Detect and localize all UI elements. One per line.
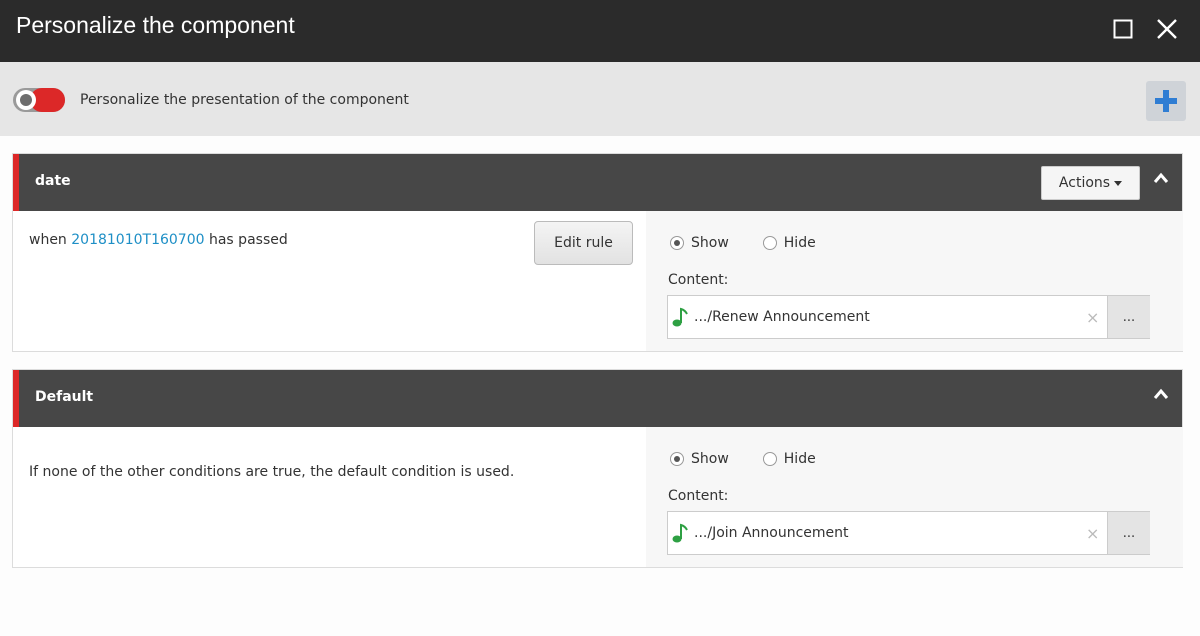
collapse-button[interactable] [1149, 382, 1173, 406]
condition-prefix: when [29, 232, 67, 248]
visibility-radio-group: Show Hide [670, 451, 850, 467]
actions-label: Actions [1058, 175, 1111, 191]
rule-action-panel: Show Hide Content: .../Renew Announcemen… [646, 211, 1183, 351]
actions-button[interactable]: Actions [1041, 166, 1140, 200]
show-radio[interactable]: Show [670, 451, 729, 467]
dialog-title: Personalize the component [16, 12, 295, 38]
hide-label: Hide [783, 235, 816, 251]
maximize-button[interactable] [1107, 13, 1139, 45]
plus-icon [1155, 90, 1177, 112]
subheader-text: Personalize the presentation of the comp… [80, 92, 409, 108]
add-rule-button[interactable] [1146, 81, 1186, 121]
chevron-up-icon [1153, 172, 1169, 183]
close-icon [1157, 19, 1177, 39]
content-field[interactable]: .../Join Announcement × ... [667, 511, 1150, 555]
show-label: Show [691, 235, 729, 251]
content-value: .../Renew Announcement [694, 309, 870, 325]
rule-name: date [35, 173, 71, 189]
chevron-up-icon [1153, 388, 1169, 399]
content-value: .../Join Announcement [694, 525, 849, 541]
show-label: Show [691, 451, 729, 467]
rule-default: Default If none of the other conditions … [12, 369, 1183, 568]
rule-date: date Actions when 20181010T160700 has pa… [12, 153, 1183, 352]
visibility-radio-group: Show Hide [670, 235, 850, 251]
condition-suffix: has passed [208, 232, 288, 248]
browse-button[interactable]: ... [1107, 296, 1150, 338]
clear-content-icon[interactable]: × [1086, 524, 1099, 543]
clear-content-icon[interactable]: × [1086, 308, 1099, 327]
radio-selected-icon [670, 236, 684, 250]
content-field[interactable]: .../Renew Announcement × ... [667, 295, 1150, 339]
radio-selected-icon [670, 452, 684, 466]
rule-action-panel: Show Hide Content: .../Join Announcement… [646, 427, 1183, 567]
edit-rule-button[interactable]: Edit rule [534, 221, 633, 265]
hide-radio[interactable]: Hide [762, 451, 816, 467]
rule-name: Default [35, 389, 94, 405]
condition-date-link[interactable]: 20181010T160700 [71, 232, 204, 248]
rule-description: If none of the other conditions are true… [29, 464, 515, 480]
rule-header: Default [13, 370, 1182, 427]
music-note-icon [672, 523, 688, 543]
music-note-icon [672, 307, 688, 327]
hide-radio[interactable]: Hide [762, 235, 816, 251]
collapse-button[interactable] [1149, 166, 1173, 190]
personalization-toggle-icon [12, 85, 66, 115]
rule-header: date Actions [13, 154, 1182, 211]
maximize-icon [1113, 19, 1133, 39]
close-button[interactable] [1151, 13, 1183, 45]
content-label: Content: [668, 488, 729, 504]
hide-label: Hide [783, 451, 816, 467]
content-label: Content: [668, 272, 729, 288]
show-radio[interactable]: Show [670, 235, 729, 251]
browse-button[interactable]: ... [1107, 512, 1150, 554]
dialog-titlebar: Personalize the component [0, 0, 1200, 62]
radio-unselected-icon [762, 452, 777, 466]
caret-down-icon [1114, 180, 1123, 186]
rule-condition: when 20181010T160700 has passed [29, 232, 288, 248]
radio-unselected-icon [762, 236, 777, 250]
